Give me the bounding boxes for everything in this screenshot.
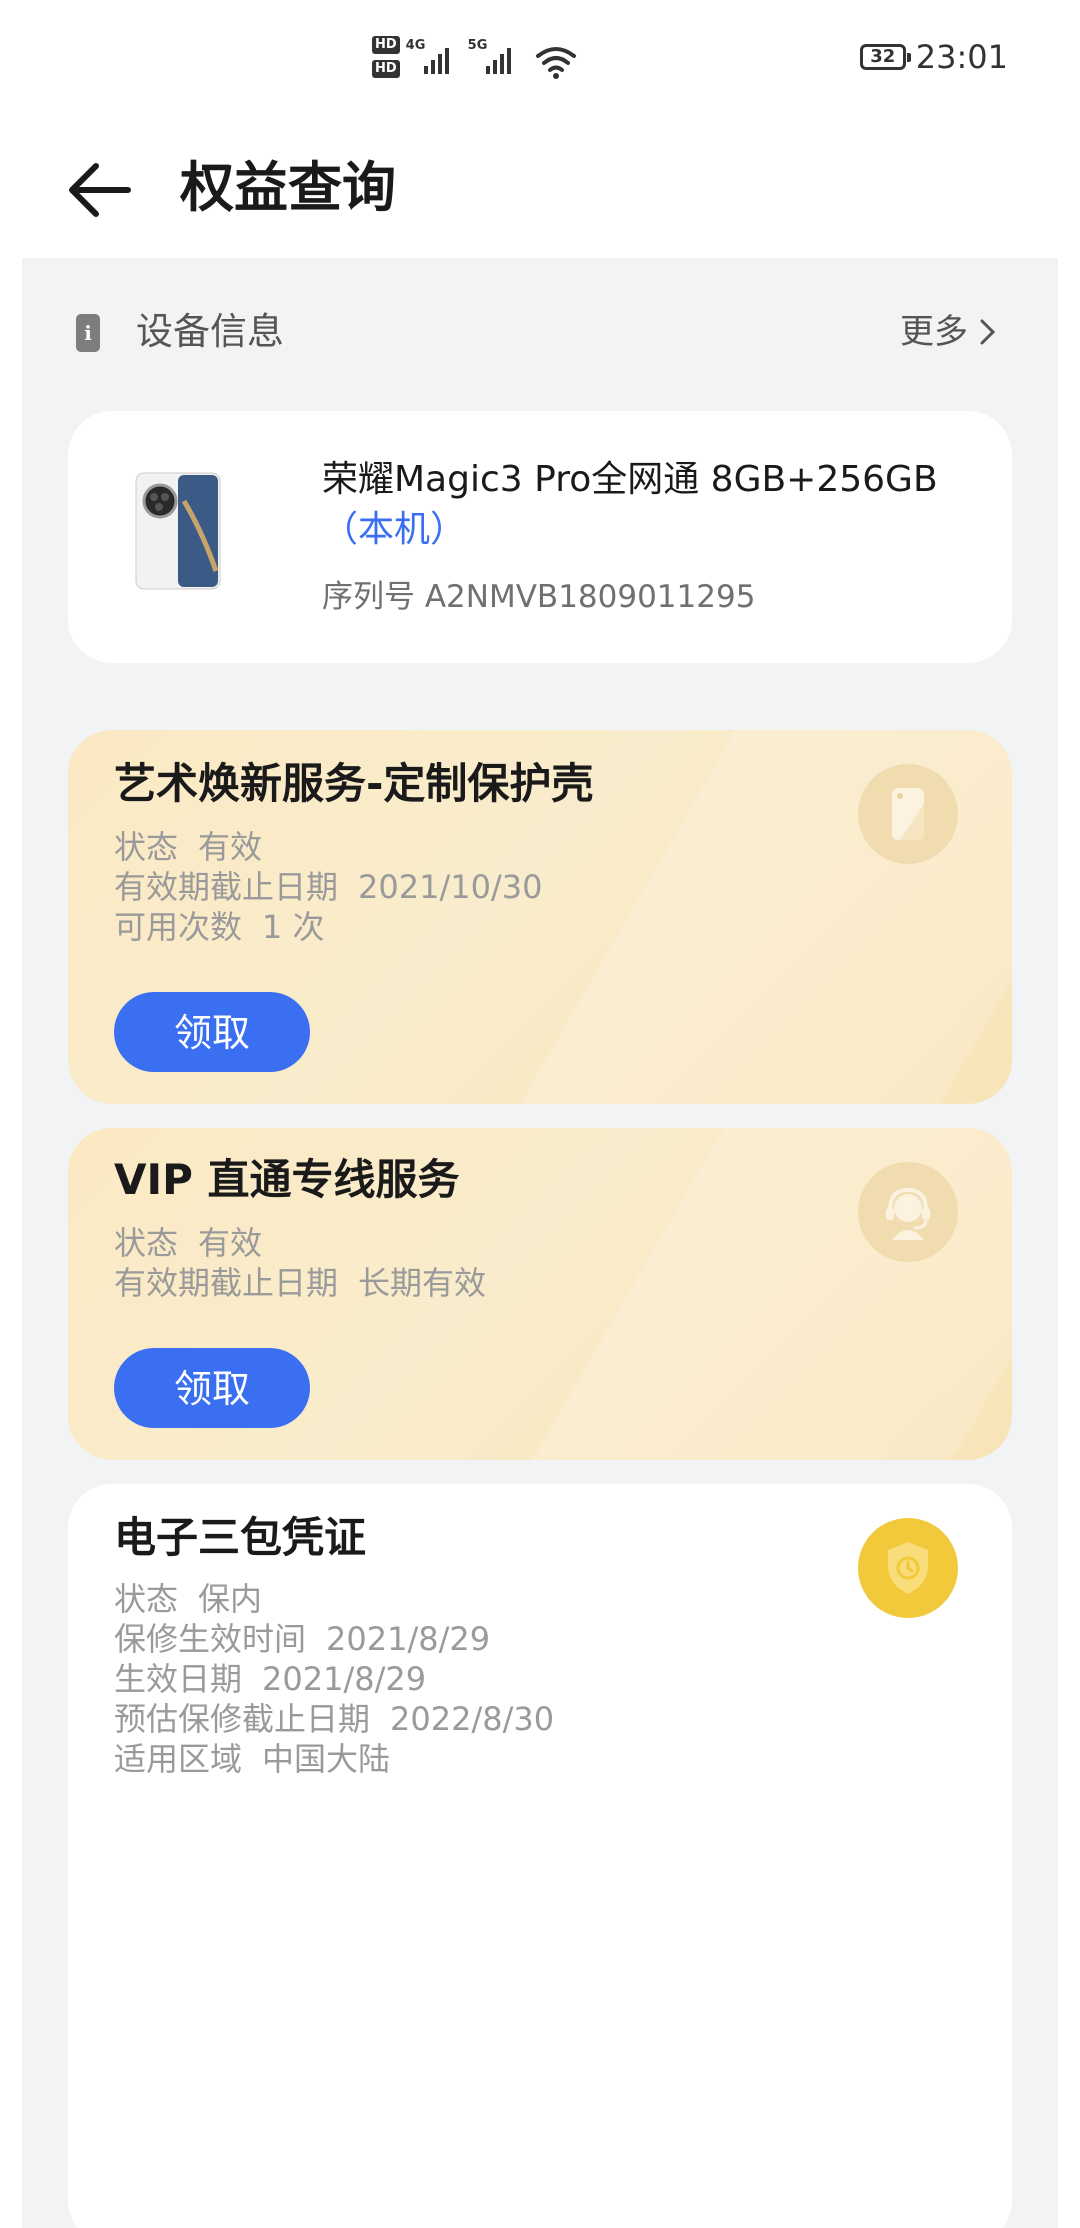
card-row-expiry: 有效期截止日期 长期有效 <box>114 1258 486 1308</box>
serial-number: 序列号 A2NMVB1809011295 <box>322 579 756 615</box>
net1-label: 4G <box>405 38 426 53</box>
row-label: 状态 <box>114 1224 179 1262</box>
signal-4g-icon: 4G <box>406 34 462 78</box>
sim2-hd-badge: HD <box>372 60 400 78</box>
signal-5g-icon: 5G <box>468 34 524 78</box>
this-device-tag: （本机） <box>322 509 467 550</box>
phone-image <box>135 472 221 590</box>
card-row-uses: 可用次数 1 次 <box>114 902 325 952</box>
row-label: 适用区域 <box>114 1740 243 1778</box>
row-label: 生效日期 <box>114 1660 243 1698</box>
card-title: 艺术焕新服务-定制保护壳 <box>114 759 594 808</box>
row-value: 2022/8/30 <box>390 1700 555 1738</box>
back-arrow-icon[interactable] <box>64 150 144 230</box>
clock: 23:01 <box>915 38 1008 76</box>
chevron-right-icon <box>980 319 996 345</box>
main-content: i 设备信息 更多 荣耀Magic3 Pro全网通 8GB+256GB （本机）… <box>22 258 1058 2228</box>
row-value: 中国大陆 <box>262 1740 391 1778</box>
info-icon: i <box>76 314 100 352</box>
battery-level: 32 <box>870 46 896 67</box>
more-label: 更多 <box>900 312 968 352</box>
card-row-region: 适用区域 中国大陆 <box>114 1734 390 1784</box>
headset-agent-icon <box>858 1162 958 1262</box>
device-section-header: i 设备信息 更多 <box>22 258 1058 408</box>
row-label: 保修生效时间 <box>114 1620 307 1658</box>
row-value: 2021/8/29 <box>262 1660 427 1698</box>
row-label: 预估保修截止日期 <box>114 1700 371 1738</box>
net2-label: 5G <box>467 38 488 53</box>
row-label: 可用次数 <box>114 908 243 946</box>
battery-icon: 32 <box>859 44 911 70</box>
title-bar: 权益查询 <box>0 120 1080 260</box>
page-title: 权益查询 <box>180 156 396 219</box>
phone-case-icon <box>858 764 958 864</box>
row-value: 有效 <box>198 1224 263 1262</box>
row-value: 长期有效 <box>358 1264 487 1302</box>
benefit-card-art-case: 艺术焕新服务-定制保护壳 状态 有效 有效期截止日期 2021/10/30 可用次数… <box>68 730 1012 1104</box>
shield-clock-icon <box>858 1518 958 1618</box>
row-label: 有效期截止日期 <box>114 1264 339 1302</box>
device-model: 荣耀Magic3 Pro全网通 8GB+256GB <box>322 459 938 500</box>
row-label: 状态 <box>114 1580 179 1618</box>
row-value: 1 次 <box>262 908 325 946</box>
wifi-icon <box>535 47 576 79</box>
row-label: 状态 <box>114 828 179 866</box>
card-title: 电子三包凭证 <box>114 1513 367 1562</box>
status-icons: HD HD 4G 5G <box>372 34 578 90</box>
claim-button[interactable]: 领取 <box>114 992 310 1072</box>
row-label: 有效期截止日期 <box>114 868 339 906</box>
dual-sim-indicator: HD HD <box>372 36 400 78</box>
device-card[interactable]: 荣耀Magic3 Pro全网通 8GB+256GB （本机） 序列号 A2NMV… <box>68 411 1012 663</box>
row-value: 有效 <box>198 828 263 866</box>
warranty-card[interactable]: 电子三包凭证 状态 保内 保修生效时间 2021/8/29 生效日期 2021/8/2… <box>68 1484 1012 2228</box>
device-name: 荣耀Magic3 Pro全网通 8GB+256GB （本机） <box>322 455 982 555</box>
benefit-card-vip-line: VIP 直通专线服务 状态 有效 有效期截止日期 长期有效 领取 <box>68 1128 1012 1460</box>
row-value: 2021/8/29 <box>326 1620 491 1658</box>
more-link[interactable]: 更多 <box>900 304 1000 360</box>
status-bar: HD HD 4G 5G 32 23:01 <box>0 0 1080 120</box>
claim-button[interactable]: 领取 <box>114 1348 310 1428</box>
row-value: 保内 <box>198 1580 263 1618</box>
device-section-title: 设备信息 <box>136 310 284 353</box>
row-value: 2021/10/30 <box>358 868 543 906</box>
card-title: VIP 直通专线服务 <box>114 1155 460 1204</box>
status-right: 32 23:01 <box>859 38 1008 76</box>
sim1-hd-badge: HD <box>372 36 400 54</box>
